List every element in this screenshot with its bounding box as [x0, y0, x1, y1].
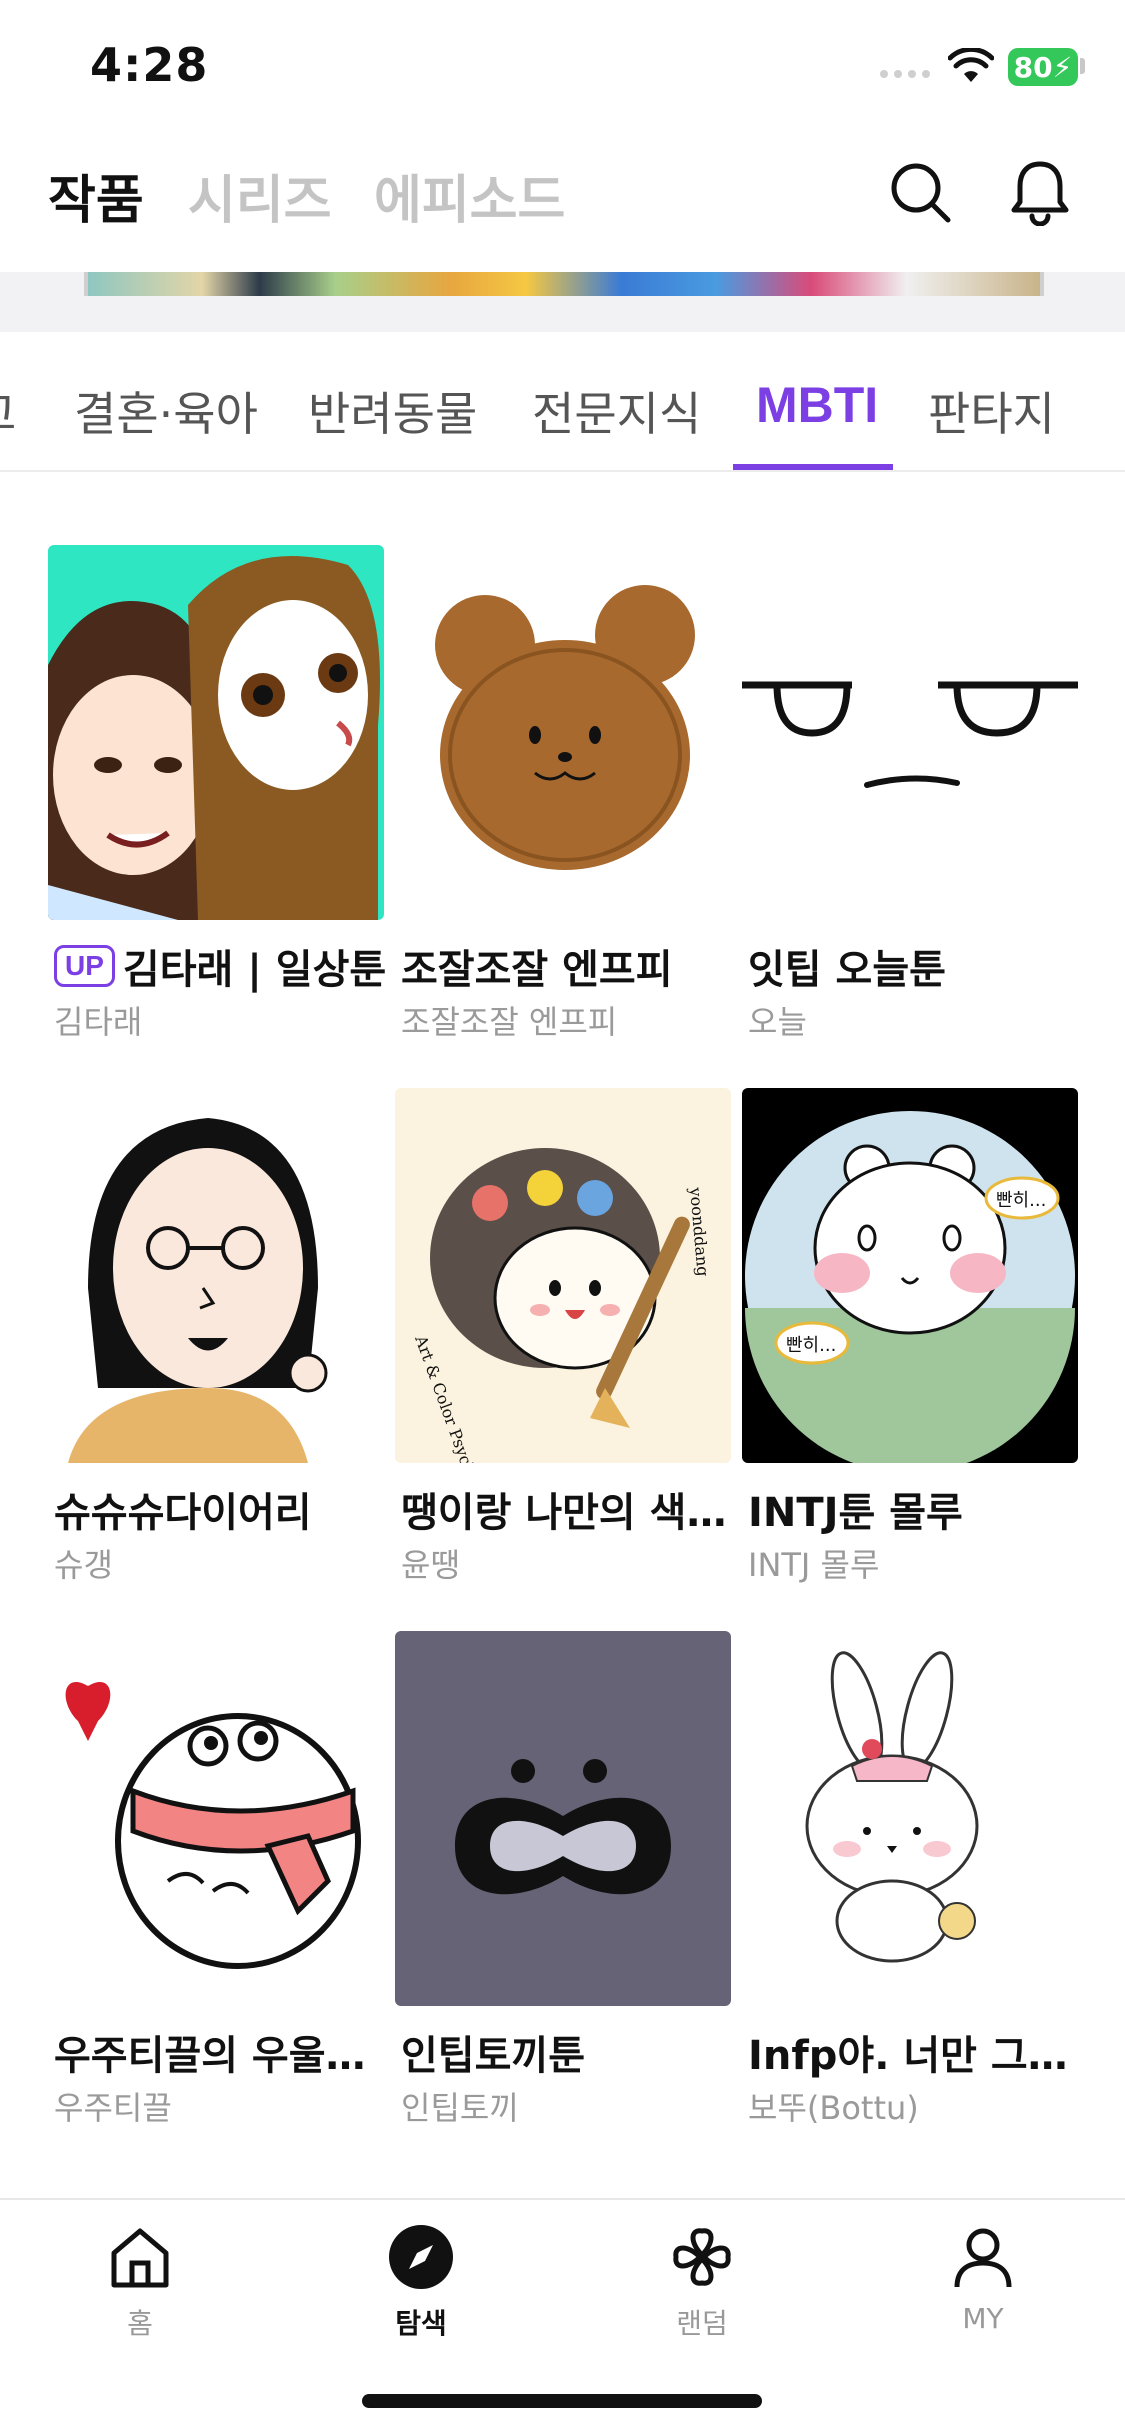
- bottom-nav-explore-label: 탐색: [395, 2307, 447, 2340]
- banner-image[interactable]: [84, 272, 1044, 296]
- webtoon-card[interactable]: Art & Color Psychology with yoonddang 땡이…: [395, 1088, 737, 1588]
- bell-icon: [1011, 161, 1069, 226]
- thumb-bubble-1: 빤히...: [996, 1190, 1046, 1211]
- search-icon: [891, 163, 951, 223]
- webtoon-title: 슈슈슈다이어리: [54, 1480, 390, 1538]
- webtoon-title: INTJ툰 몰루: [748, 1480, 1084, 1538]
- webtoon-thumbnail: [395, 545, 731, 920]
- webtoon-card[interactable]: 우주티끌의 우울한 일상 우주티끌: [48, 1631, 390, 2131]
- category-tab-marriage-parenting[interactable]: 결혼·육아: [74, 378, 258, 444]
- webtoon-author: 보뚜(Bottu): [748, 2089, 919, 2127]
- webtoon-title-text: 인팁토끼툰: [401, 2033, 585, 2079]
- bottom-nav-explore[interactable]: 탐색: [341, 2222, 501, 2352]
- cellular-signal-icon: [880, 70, 930, 78]
- webtoon-author: 김타래: [54, 1003, 143, 1041]
- webtoon-thumbnail: [48, 545, 384, 920]
- category-tab-mbti[interactable]: MBTI: [756, 376, 878, 434]
- webtoon-author: 슈갱: [54, 1546, 113, 1584]
- category-tab-partial[interactable]: 고: [0, 378, 16, 444]
- status-bar: 4:28 80 ⚡: [0, 0, 1125, 132]
- bottom-nav-home-label: 홈: [127, 2307, 153, 2340]
- webtoon-author: 우주티끌: [54, 2089, 172, 2127]
- webtoon-title: 조잘조잘 엔프피: [401, 937, 737, 995]
- tab-works[interactable]: 작품: [48, 158, 144, 233]
- webtoon-title-text: 슈슈슈다이어리: [54, 1490, 312, 1536]
- webtoon-thumbnail: Art & Color Psychology with yoonddang: [395, 1088, 731, 1463]
- webtoon-card[interactable]: 빤히... 빤히... INTJ툰 몰루 INTJ 몰루: [742, 1088, 1078, 1588]
- webtoon-card[interactable]: 인팁토끼툰 인팁토끼: [395, 1631, 731, 2131]
- bottom-nav-home[interactable]: 홈: [60, 2222, 220, 2352]
- home-indicator[interactable]: [362, 2394, 762, 2408]
- webtoon-title: 땡이랑 나만의 색깔 찾기: [401, 1480, 737, 1538]
- bottom-nav-my-label: MY: [962, 2302, 1004, 2335]
- compass-icon: [386, 2222, 456, 2292]
- clover-icon: [667, 2222, 737, 2292]
- webtoon-title-text: 땡이랑 나만의 색깔 찾기: [401, 1490, 737, 1536]
- search-button[interactable]: [880, 152, 960, 232]
- webtoon-title-text: 조잘조잘 엔프피: [401, 947, 673, 993]
- webtoon-title: 우주티끌의 우울한 일상: [54, 2023, 390, 2081]
- webtoon-thumbnail: [742, 545, 1078, 920]
- status-time: 4:28: [90, 38, 209, 92]
- webtoon-card[interactable]: 슈슈슈다이어리 슈갱: [48, 1088, 384, 1588]
- thumb-bubble-2: 빤히...: [786, 1335, 836, 1356]
- webtoon-thumbnail: [48, 1088, 384, 1463]
- webtoon-title-text: 잇팁 오늘툰: [748, 947, 946, 993]
- bottom-nav-my[interactable]: MY: [903, 2222, 1063, 2352]
- category-tabs: 고 결혼·육아 반려동물 전문지식 MBTI 판타지: [0, 332, 1125, 472]
- webtoon-title: UP 김타래 | 일상툰: [54, 937, 390, 995]
- battery-level: 80: [1013, 50, 1053, 84]
- webtoon-card[interactable]: 조잘조잘 엔프피 조잘조잘 엔프피: [395, 545, 731, 1045]
- battery-indicator: 80 ⚡: [1008, 48, 1078, 86]
- webtoon-card[interactable]: 잇팁 오늘툰 오늘: [742, 545, 1078, 1045]
- banner-area: [0, 272, 1125, 332]
- webtoon-title-text: INTJ툰 몰루: [748, 1490, 963, 1536]
- webtoon-card[interactable]: Infp야. 너만 그런 거 아니야 보뚜(Bottu): [742, 1631, 1084, 2131]
- person-icon: [948, 2222, 1018, 2292]
- webtoon-author: 인팁토끼: [401, 2089, 519, 2127]
- home-icon: [105, 2222, 175, 2292]
- webtoon-card[interactable]: UP 김타래 | 일상툰 김타래: [48, 545, 386, 1045]
- bottom-nav-random-label: 랜덤: [676, 2307, 728, 2340]
- webtoon-author: 오늘: [748, 1003, 807, 1041]
- tab-episodes[interactable]: 에피소드: [374, 158, 565, 233]
- webtoon-thumbnail: [742, 1631, 1078, 2006]
- battery-tip: [1080, 58, 1085, 74]
- webtoon-title: 인팁토끼툰: [401, 2023, 737, 2081]
- tab-series[interactable]: 시리즈: [188, 158, 332, 233]
- charging-bolt-icon: ⚡: [1052, 50, 1073, 84]
- top-nav: 작품 시리즈 에피소드: [0, 140, 1125, 240]
- webtoon-title-text: 우주티끌의 우울한 일상: [54, 2033, 390, 2079]
- webtoon-thumbnail: [48, 1631, 384, 2006]
- notification-button[interactable]: [1000, 152, 1080, 232]
- wifi-icon: [948, 48, 994, 82]
- category-tab-expertise[interactable]: 전문지식: [532, 378, 701, 444]
- bottom-nav-random[interactable]: 랜덤: [622, 2222, 782, 2352]
- webtoon-title: Infp야. 너만 그런 거 아니야: [748, 2023, 1084, 2081]
- category-tab-pets[interactable]: 반려동물: [308, 378, 477, 444]
- webtoon-thumbnail: [395, 1631, 731, 2006]
- category-tab-fantasy[interactable]: 판타지: [928, 378, 1055, 444]
- webtoon-author: 윤땡: [401, 1546, 460, 1584]
- webtoon-author: INTJ 몰루: [748, 1546, 880, 1584]
- webtoon-title-text: 김타래 | 일상툰: [122, 947, 387, 993]
- webtoon-title: 잇팁 오늘툰: [748, 937, 1084, 995]
- active-tab-indicator: [733, 464, 893, 470]
- webtoon-thumbnail: 빤히... 빤히...: [742, 1088, 1078, 1463]
- webtoon-title-text: Infp야. 너만 그런 거 아니야: [748, 2033, 1084, 2079]
- webtoon-author: 조잘조잘 엔프피: [401, 1003, 618, 1041]
- up-badge: UP: [54, 945, 115, 987]
